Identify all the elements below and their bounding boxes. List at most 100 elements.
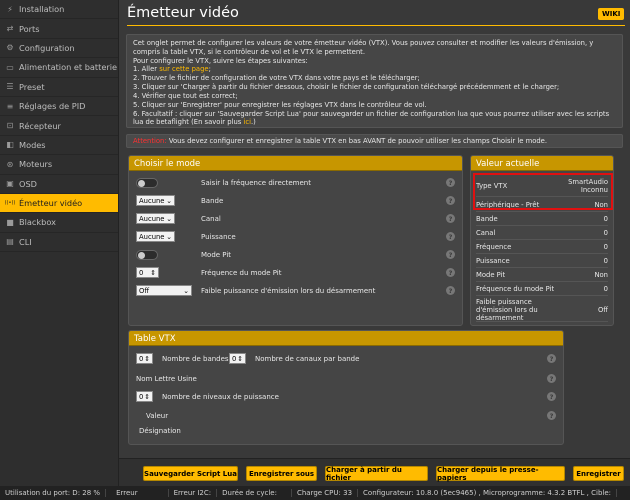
current-value-panel: Valeur actuelle Type VTX SmartAudio Incon… [470,155,614,326]
help-icon[interactable]: ? [547,411,556,420]
power-row: Aucune ⌄ Puissance ? [136,229,455,244]
cpu-load: Charge CPU: 33 [292,489,359,497]
sidebar-item[interactable]: ▭ Alimentation et batterie [0,58,118,78]
step-text: .) [251,118,256,127]
low-power-label: Faible puissance d'émission lors du désa… [201,286,376,295]
intro-steps-heading: Pour configurer le VTX, suivre les étape… [133,56,308,65]
sidebar-item[interactable]: ((•)) Émetteur vidéo [0,193,118,214]
sidebar-item-label: Configuration [19,42,75,53]
freq-direct-toggle[interactable] [136,177,158,188]
sidebar-item[interactable]: ■ Blackbox [0,213,118,233]
ports-icon: ⇄ [6,24,14,34]
channel-select[interactable]: Aucune ⌄ [136,213,175,224]
current-value-value: 0 [603,228,608,237]
stepper-icon: ⇕ [144,354,150,363]
save-lua-script-button[interactable]: Sauvegarder Script Lua [143,466,238,481]
save-as-button[interactable]: Enregistrer sous [246,466,317,481]
pit-mode-label: Mode Pit [201,250,232,259]
current-value-row: Canal 0 [476,226,608,240]
intro-step-1: 1. Aller sur cette page; [133,65,616,74]
sidebar-item[interactable]: ◧ Modes [0,136,118,156]
intro-note: Cet onglet permet de configurer les vale… [126,34,623,128]
bands-count-input[interactable]: 0 ⇕ [136,353,153,364]
cli-icon: ▤ [6,237,14,247]
power-select[interactable]: Aucune ⌄ [136,231,175,242]
sidebar-item[interactable]: ≡ Réglages de PID [0,97,118,117]
receiver-icon: ⊡ [6,121,14,131]
help-icon[interactable]: ? [446,268,455,277]
title-underline [127,25,625,26]
help-icon[interactable]: ? [446,286,455,295]
sidebar-item[interactable]: ⊛ Moteurs [0,155,118,175]
current-value-row: Bande 0 [476,212,608,226]
sidebar-item[interactable]: ☰ Preset [0,78,118,97]
pit-mode-toggle[interactable] [136,249,158,260]
designation-row: Désignation [136,423,556,438]
warning-text: Vous devez configurer et enregistrer la … [166,137,548,145]
help-icon[interactable]: ? [446,232,455,241]
power-levels-input[interactable]: 0 ⇕ [136,391,153,402]
low-power-row: Off ⌄ Faible puissance d'émission lors du… [136,283,455,298]
wiki-button[interactable]: WIKI [598,8,625,20]
current-value-value: 0 [603,242,608,251]
sidebar-item-label: Moteurs [19,159,53,170]
channels-count-input[interactable]: 0 ⇕ [229,353,246,364]
preset-icon: ☰ [6,82,14,92]
modes-icon: ◧ [6,140,14,150]
channels-value: 0 [232,354,237,363]
value-row: Valeur ? [136,408,556,423]
power-levels-value: 0 [139,392,144,401]
help-icon[interactable]: ? [547,354,556,363]
current-value-key: Canal [476,228,496,237]
load-from-file-button[interactable]: Charger à partir du fichier [325,466,428,482]
bands-count-label: Nombre de bandes [162,354,229,363]
stepper-icon: ⇕ [144,392,150,401]
stepper-icon: ⇕ [150,268,156,277]
pit-freq-label: Fréquence du mode Pit [201,268,282,277]
help-icon[interactable]: ? [547,374,556,383]
sidebar-item-label: Récepteur [19,120,61,131]
save-button[interactable]: Enregistrer [573,466,624,481]
pit-freq-value: 0 [139,268,144,277]
pit-freq-input[interactable]: 0 ⇕ [136,267,159,278]
sidebar-item[interactable]: ⚙ Configuration [0,39,118,59]
intro-step-6: 6. Facultatif : cliquer sur 'Sauvegarder… [133,110,616,128]
sidebar-item[interactable]: ▣ OSD [0,175,118,194]
step-text: 6. Facultatif : cliquer sur 'Sauvegarder… [133,109,610,127]
sidebar-nav: ⚡ Installation ⇄ Ports ⚙ Configuration ▭ Alimen… [0,0,119,486]
channel-value: Aucune [139,214,165,223]
sidebar-item[interactable]: ⚡ Installation [0,0,118,20]
low-power-select[interactable]: Off ⌄ [136,285,192,296]
current-value-key: Fréquence [476,242,512,251]
help-icon[interactable]: ? [446,178,455,187]
sidebar-item[interactable]: ⊡ Récepteur [0,116,118,136]
intro-step-5: 5. Cliquer sur 'Enregistrer' pour enregi… [133,100,427,109]
vtx-table-title: Table VTX [129,331,563,346]
pit-freq-row: 0 ⇕ Fréquence du mode Pit ? [136,265,455,280]
bands-value: 0 [139,354,144,363]
chevron-down-icon: ⌄ [166,214,172,223]
band-row: Aucune ⌄ Bande ? [136,193,455,208]
help-icon[interactable]: ? [446,250,455,259]
help-icon[interactable]: ? [547,392,556,401]
help-icon[interactable]: ? [446,214,455,223]
learn-more-link[interactable]: ici [243,118,251,126]
current-panel-title: Valeur actuelle [471,156,613,171]
main-content: Émetteur vidéo WIKI Cet onglet permet de… [119,0,630,486]
sidebar-item-label: Modes [19,139,46,150]
help-icon[interactable]: ? [446,196,455,205]
motor-icon: ⊛ [6,159,14,169]
sidebar-item[interactable]: ⇄ Ports [0,19,118,39]
cycle-time: Durée de cycle: [217,489,292,497]
page-title: Émetteur vidéo [127,5,239,21]
current-value-row: Fréquence 0 [476,240,608,254]
load-from-clipboard-button[interactable]: Charger depuis le presse-papiers [436,466,565,482]
current-value-value: 0 [603,256,608,265]
vtx-page-link[interactable]: sur cette page [159,65,208,73]
sidebar-item[interactable]: ▤ CLI [0,233,118,253]
band-select[interactable]: Aucune ⌄ [136,195,175,206]
current-value-row: Faible puissance d'émission lors du désa… [476,298,608,322]
sliders-icon: ≡ [6,101,14,111]
sidebar-item-label: Réglages de PID [19,101,86,112]
sidebar-item-label: Alimentation et batterie [19,62,118,73]
